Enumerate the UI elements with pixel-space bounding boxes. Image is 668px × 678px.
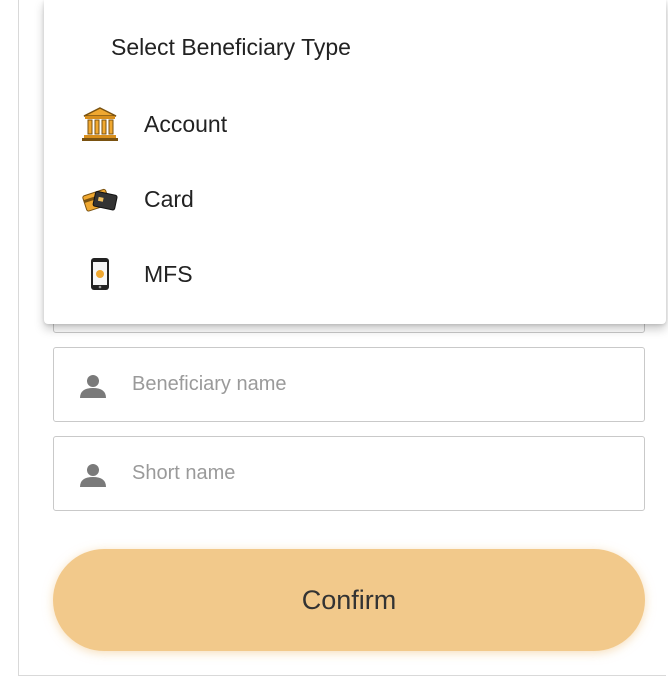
option-mfs[interactable]: MFS: [44, 243, 666, 305]
bank-icon: [80, 106, 120, 142]
person-icon: [78, 374, 108, 398]
short-name-field[interactable]: [53, 436, 645, 511]
option-label: Account: [144, 111, 228, 137]
person-icon: [78, 463, 108, 487]
cards-icon: [80, 181, 120, 217]
dropdown-title: Select Beneficiary Type: [111, 34, 351, 60]
short-name-input[interactable]: [132, 437, 632, 510]
option-label: MFS: [144, 261, 193, 287]
mobile-phone-icon: [80, 256, 120, 292]
beneficiary-name-input[interactable]: [132, 348, 632, 421]
option-account[interactable]: Account: [44, 93, 666, 155]
beneficiary-name-field[interactable]: [53, 347, 645, 422]
option-card[interactable]: Card: [44, 168, 666, 230]
option-label: Card: [144, 186, 194, 212]
beneficiary-type-dropdown: Select Beneficiary Type Account Card MFS: [44, 0, 666, 324]
confirm-button[interactable]: Confirm: [53, 549, 645, 651]
